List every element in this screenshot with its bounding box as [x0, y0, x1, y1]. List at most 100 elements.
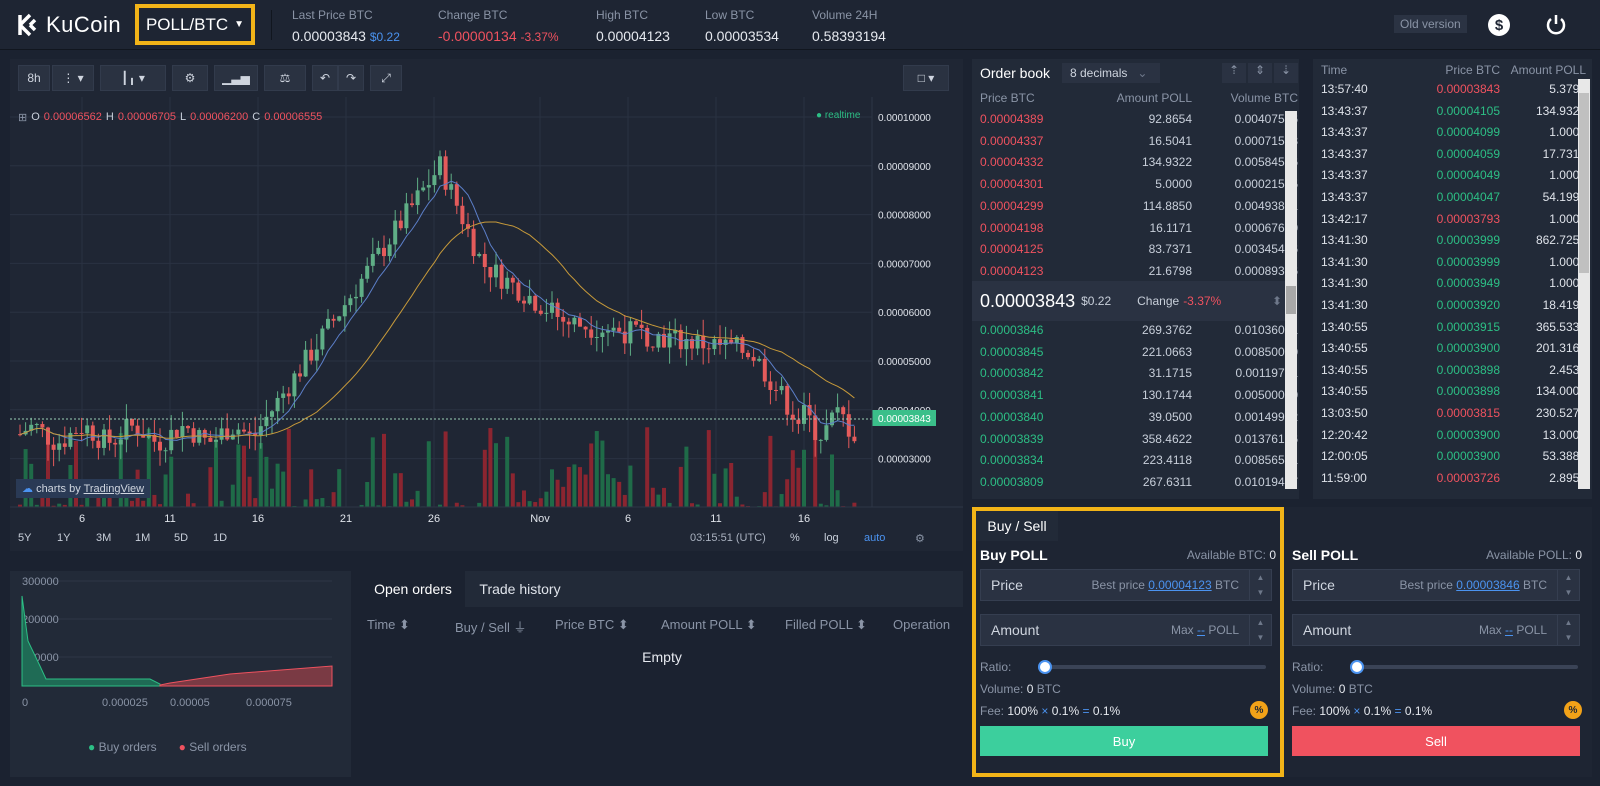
buy-ratio-knob[interactable] [1038, 660, 1052, 674]
volume-bar [426, 441, 431, 507]
range-1y[interactable]: 1Y [57, 532, 96, 544]
ask-row[interactable]: 0.00004299 114.8850 0.00493891 [980, 195, 1298, 217]
buy-best-price-link[interactable]: 0.00004123 [1148, 578, 1211, 592]
sell-amount-stepper[interactable]: ▲ ▼ [1557, 615, 1579, 645]
cloud-icon: ☁ [22, 483, 33, 495]
percent-scale-toggle[interactable]: % [790, 532, 800, 544]
bid-row[interactable]: 0.00003840 39.0500 0.00149952 [980, 406, 1298, 428]
pair-selector[interactable]: POLL/BTC ▼ [135, 4, 255, 45]
buy-amount-stepper[interactable]: ▲ ▼ [1249, 615, 1271, 645]
chart-type-button[interactable]: ┃╻ ▾ [100, 65, 166, 91]
range-3m[interactable]: 3M [96, 532, 135, 544]
candle-body [270, 411, 274, 417]
ask-row[interactable]: 0.00004301 5.0000 0.00021505 [980, 173, 1298, 195]
decimals-selector[interactable]: 8 decimals ⌄ [1062, 63, 1160, 83]
buy-amount-input[interactable]: Amount Max -- POLL ▲ ▼ [980, 614, 1272, 646]
sell-price-input[interactable]: Price Best price 0.00003846 BTC ▲ ▼ [1292, 569, 1580, 601]
log-scale-toggle[interactable]: log [824, 532, 839, 544]
old-version-link[interactable]: Old version [1394, 15, 1467, 33]
chevron-up-icon: ▲ [1256, 573, 1265, 582]
auto-scale-toggle[interactable]: auto [864, 532, 885, 544]
depth-legend: ● Buy orders ● Sell orders [88, 740, 247, 754]
fee-discount-icon[interactable]: % [1250, 701, 1268, 719]
legend-sell: Sell orders [189, 740, 247, 754]
sell-button[interactable]: Sell [1292, 726, 1580, 756]
orders-col-5[interactable]: Operation [893, 617, 950, 632]
bid-row[interactable]: 0.00003834 223.4118 0.00856561 [980, 449, 1298, 471]
orders-col-0[interactable]: Time ⬍ [367, 617, 410, 633]
tradingview-link[interactable]: TradingView [84, 483, 145, 495]
buy-price-input[interactable]: Price Best price 0.00004123 BTC ▲ ▼ [980, 569, 1272, 601]
bids-only-icon[interactable]: ⇣ [1274, 63, 1298, 83]
order-book-scrollbar[interactable] [1285, 111, 1297, 489]
bid-row[interactable]: 0.00003839 358.4622 0.01376136 [980, 428, 1298, 450]
interval-selector[interactable]: 8h [18, 65, 50, 91]
sell-ratio-knob[interactable] [1350, 660, 1364, 674]
chart-settings-icon[interactable]: ⚙ [915, 532, 925, 545]
orders-col-3[interactable]: Amount POLL ⬍ [661, 617, 757, 633]
sell-ratio-slider[interactable] [1350, 660, 1578, 674]
candle-body [818, 439, 823, 441]
bid-row[interactable]: 0.00003845 221.0663 0.00850000 [980, 341, 1298, 363]
buy-ratio-slider[interactable] [1038, 660, 1266, 674]
candle-body [706, 348, 711, 350]
power-icon[interactable] [1544, 13, 1568, 37]
candlestick-chart[interactable]: 0.00010000 0.00009000 0.00008000 0.00007000… [10, 97, 963, 551]
sell-amount-input[interactable]: Amount Max -- POLL ▲ ▼ [1292, 614, 1580, 646]
candle-body [219, 428, 224, 440]
buy-price-placeholder: Price [991, 577, 1023, 593]
ask-row[interactable]: 0.00004198 16.1171 0.00067660 [980, 217, 1298, 239]
chevron-up-icon: ▲ [1256, 618, 1265, 627]
ask-row[interactable]: 0.00004389 92.8654 0.00407586 [980, 108, 1298, 130]
tab-buy-sell[interactable]: Buy / Sell [976, 511, 1058, 541]
buy-price-stepper[interactable]: ▲ ▼ [1249, 570, 1271, 600]
tradingview-watermark[interactable]: ☁ charts by TradingView [16, 479, 151, 498]
asks-only-icon[interactable]: ⇡ [1222, 63, 1246, 83]
screenshot-button[interactable]: □ ▾ [903, 65, 949, 91]
ask-row[interactable]: 0.00004125 83.7371 0.00345416 [980, 238, 1298, 260]
currency-dollar-icon[interactable]: $ [1487, 13, 1511, 37]
range-1m[interactable]: 1M [135, 532, 174, 544]
candle-body [348, 298, 353, 306]
settings-button[interactable]: ⚙ [172, 65, 208, 91]
fee-discount-icon[interactable]: % [1564, 701, 1582, 719]
orders-col-2[interactable]: Price BTC ⬍ [555, 617, 629, 633]
ask-row[interactable]: 0.00004337 16.5041 0.00071578 [980, 130, 1298, 152]
buy-button[interactable]: Buy [980, 726, 1268, 756]
tab-open-orders[interactable]: Open orders [361, 571, 465, 607]
candle-body [191, 428, 196, 443]
interval-menu-button[interactable]: ⋮ ▾ [52, 65, 94, 91]
redo-button[interactable]: ↷ [338, 65, 364, 91]
sell-price-stepper[interactable]: ▲ ▼ [1557, 570, 1579, 600]
bid-row[interactable]: 0.00003809 267.6311 0.01019407 [980, 471, 1298, 493]
orders-col-1[interactable]: Buy / Sell ⏚ [455, 617, 527, 636]
kucoin-logo[interactable]: KuCoin [16, 12, 121, 38]
sell-best-price-link[interactable]: 0.00003846 [1456, 578, 1519, 592]
volume-bar [186, 493, 190, 507]
compare-button[interactable]: ⚖ [264, 65, 306, 91]
tab-trade-history[interactable]: Trade history [465, 571, 575, 607]
fullscreen-button[interactable]: ⤢ [370, 65, 402, 91]
bid-row[interactable]: 0.00003846 269.3762 0.01036021 [980, 319, 1298, 341]
trades-scrollbar[interactable] [1578, 79, 1590, 489]
bid-row[interactable]: 0.00003841 130.1744 0.00500000 [980, 384, 1298, 406]
bid-row[interactable]: 0.00003842 31.1715 0.00119761 [980, 362, 1298, 384]
volume-bar [286, 428, 291, 507]
ask-row[interactable]: 0.00004123 21.6798 0.00089386 [980, 260, 1298, 282]
volume-bar [365, 482, 370, 507]
range-5y[interactable]: 5Y [18, 532, 57, 544]
both-sides-icon[interactable]: ⇕ [1248, 63, 1272, 83]
ask-amount: 92.8654 [1148, 112, 1192, 126]
orders-col-4[interactable]: Filled POLL ⬍ [785, 617, 867, 633]
buy-max-link[interactable]: -- [1197, 623, 1205, 637]
sell-max-link[interactable]: -- [1505, 623, 1513, 637]
candle-body [533, 295, 538, 311]
volume-bar [802, 449, 806, 507]
candle-body [85, 425, 90, 434]
trade-amount: 5.3791 [1549, 82, 1586, 96]
undo-button[interactable]: ↶ [312, 65, 338, 91]
indicators-button[interactable]: ▁▃▅ [214, 65, 258, 91]
range-1d[interactable]: 1D [213, 532, 252, 544]
range-5d[interactable]: 5D [174, 532, 213, 544]
ask-row[interactable]: 0.00004332 134.9322 0.00584526 [980, 151, 1298, 173]
